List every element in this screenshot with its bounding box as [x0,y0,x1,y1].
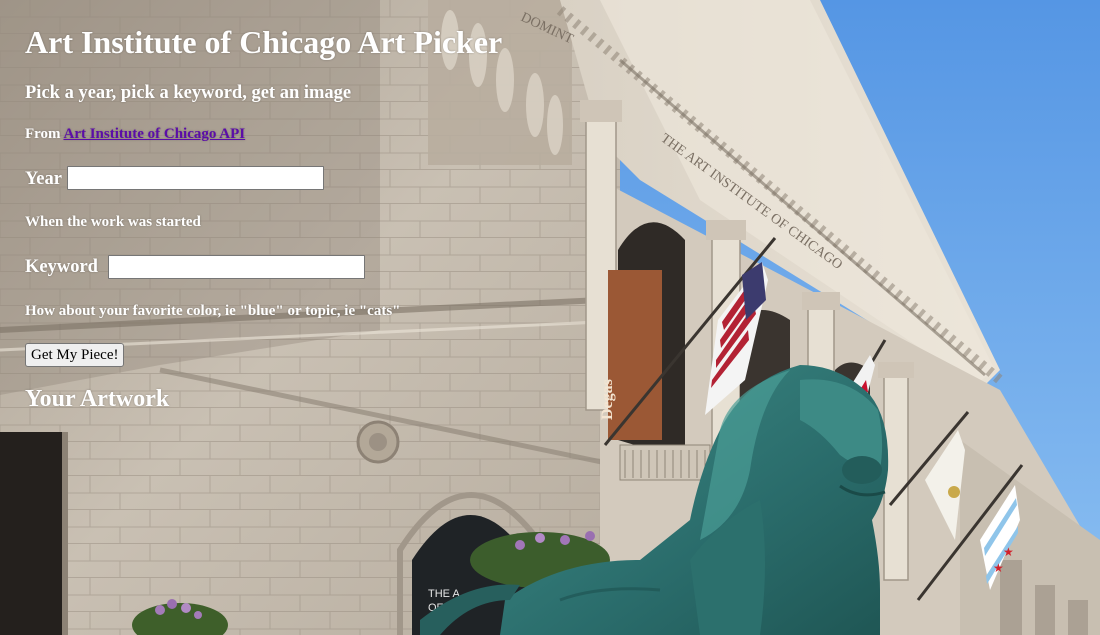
source-line: From Art Institute of Chicago API [25,125,245,143]
svg-text:★: ★ [1003,545,1014,559]
year-input[interactable] [67,166,324,190]
artwork-heading: Your Artwork [25,386,170,412]
svg-text:★: ★ [993,561,1004,575]
get-my-piece-button[interactable]: Get My Piece! [25,343,125,367]
year-label: Year [25,169,62,189]
source-prefix: From [25,126,61,142]
page-subtitle: Pick a year, pick a keyword, get an imag… [25,83,352,103]
keyword-input[interactable] [108,255,365,279]
page-title: Art Institute of Chicago Art Picker [25,24,503,60]
api-link[interactable]: Art Institute of Chicago API [63,126,245,142]
banner-text: Degas [599,379,616,420]
keyword-label: Keyword [25,257,98,277]
year-hint: When the work was started [25,214,201,230]
keyword-hint: How about your favorite color, ie "blue"… [25,303,401,319]
